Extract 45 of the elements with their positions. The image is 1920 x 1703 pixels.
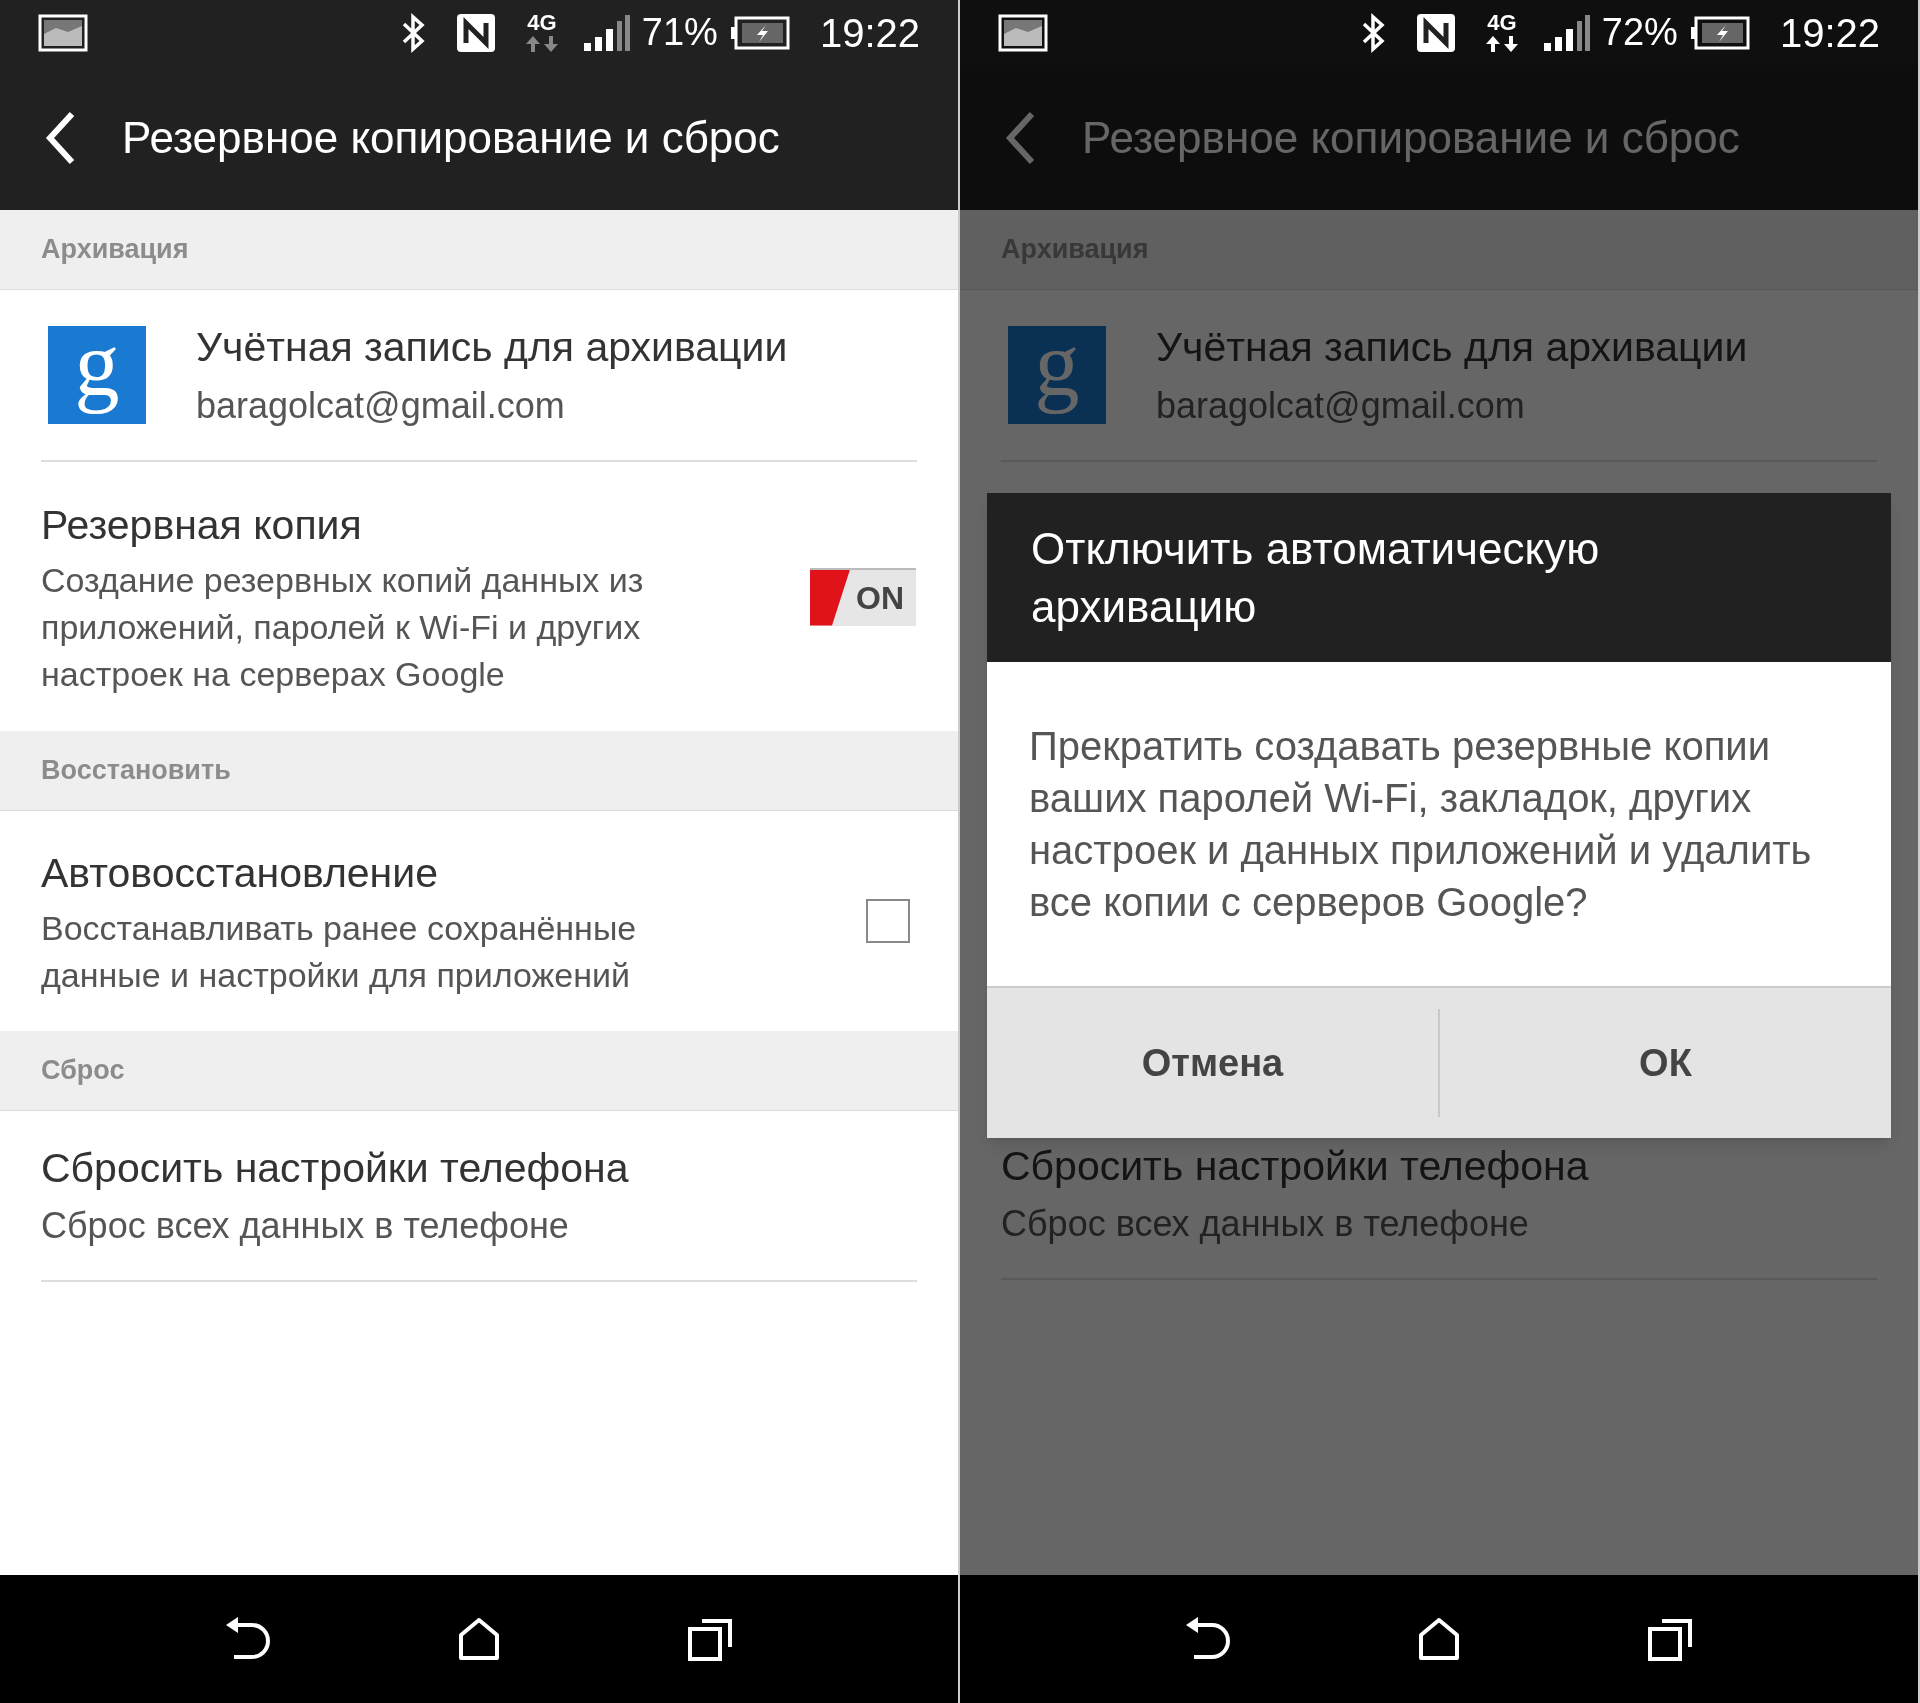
- dialog-title: Отключить автоматическую архивацию: [1031, 522, 1601, 633]
- item-summary: Восстанавливать ранее сохранённые данные и настройки для приложений: [41, 907, 638, 996]
- signal-icon: [581, 12, 632, 53]
- network-type: 4G: [527, 11, 557, 34]
- data-arrows-icon: [523, 33, 560, 54]
- section-title: Восстановить: [41, 754, 231, 788]
- item-title: Автовосстановление: [41, 849, 439, 899]
- google-account-icon: g: [48, 326, 146, 424]
- battery-charging-icon: [1689, 15, 1750, 50]
- recent-apps-icon[interactable]: [688, 1617, 735, 1661]
- home-icon[interactable]: [457, 1617, 501, 1661]
- section-title: Сброс: [41, 1054, 125, 1088]
- item-title: Резервная копия: [41, 501, 363, 551]
- nfc-icon: [455, 12, 496, 53]
- screen-title: Резервное копирование и сброс: [1082, 111, 1740, 164]
- item-summary: Сброс всех данных в телефоне: [1001, 1202, 1530, 1247]
- item-summary: baragolcat@gmail.com: [1156, 383, 1526, 428]
- clock: 19:22: [819, 9, 920, 57]
- item-title: Сбросить настройки телефона: [1001, 1141, 1590, 1191]
- item-title: Учётная запись для архивации: [1156, 323, 1748, 373]
- nfc-icon: [1415, 12, 1456, 53]
- item-title: Сбросить настройки телефона: [41, 1143, 630, 1193]
- signal-icon: [1541, 12, 1592, 53]
- battery-charging-icon: [729, 15, 790, 50]
- item-title: Учётная запись для архивации: [196, 323, 788, 373]
- picture-icon: [38, 13, 88, 52]
- recent-apps-icon[interactable]: [1648, 1617, 1695, 1661]
- battery-percent: 71%: [641, 10, 718, 55]
- screen-title: Резервное копирование и сброс: [122, 111, 780, 164]
- item-summary: baragolcat@gmail.com: [196, 383, 566, 428]
- toggle-switch[interactable]: ON: [810, 567, 916, 626]
- picture-icon: [998, 13, 1048, 52]
- battery-percent: 72%: [1601, 10, 1678, 55]
- home-icon[interactable]: [1417, 1617, 1461, 1661]
- section-title: Архивация: [41, 233, 189, 267]
- dialog-message: Прекратить создавать резервные копии ваших паролей Wi-Fi, закладок, других настроек и данных приложений и удалить все копии с серверов Google?: [1029, 723, 1813, 926]
- checkbox[interactable]: [866, 899, 910, 943]
- network-type: 4G: [1487, 11, 1517, 34]
- dialog-button[interactable]: ОК: [1440, 988, 1891, 1138]
- data-arrows-icon: [1483, 33, 1520, 54]
- google-account-icon: g: [1008, 326, 1106, 424]
- clock: 19:22: [1779, 9, 1880, 57]
- item-summary: Создание резервных копий данных из приложений, паролей к Wi-Fi и других настроек на серверах Google: [41, 559, 645, 695]
- dialog-button[interactable]: Отмена: [987, 988, 1438, 1138]
- item-summary: Сброс всех данных в телефоне: [41, 1204, 570, 1249]
